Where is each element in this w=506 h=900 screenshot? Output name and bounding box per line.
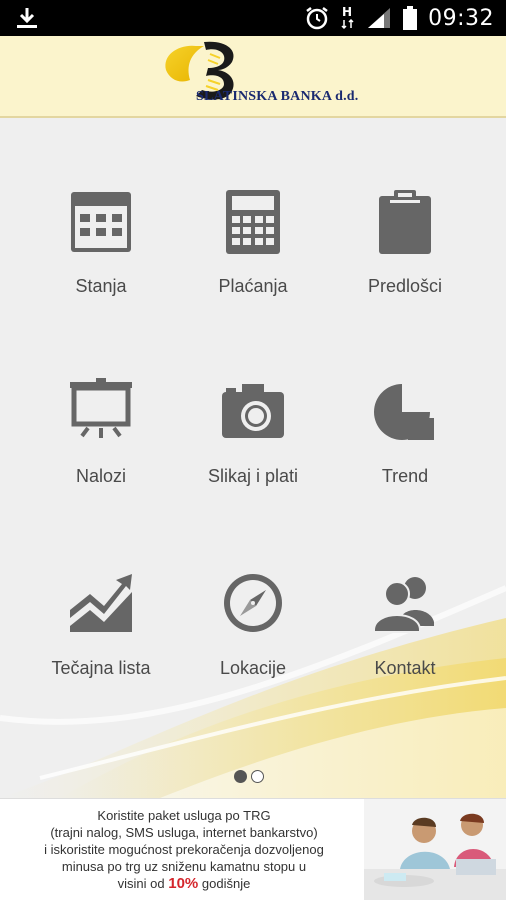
promo-text: Koristite paket usluga po TRG (trajni na…: [0, 807, 368, 892]
menu-item-placanja[interactable]: Plaćanja: [169, 188, 337, 338]
calendar-icon: [71, 192, 131, 252]
svg-text:H: H: [342, 5, 352, 19]
promo-line-1: Koristite paket usluga po TRG: [97, 808, 271, 823]
presentation-board-icon: [70, 378, 132, 438]
menu-item-label: Trend: [381, 466, 429, 486]
promo-line-4: minusa po trg uz sniženu kamatnu stopu u: [61, 859, 307, 874]
signal-icon: [368, 8, 391, 28]
menu-item-stanja[interactable]: Stanja: [17, 188, 185, 338]
promo-line-5-pre: visini od: [117, 876, 165, 891]
promo-banner[interactable]: Koristite paket usluga po TRG (trajni na…: [0, 798, 506, 900]
promo-line-5-post: godišnje: [201, 876, 251, 891]
compass-icon: [224, 574, 282, 632]
menu-item-label: Slikaj i plati: [207, 466, 299, 486]
menu-item-slikaj-i-plati[interactable]: Slikaj i plati: [169, 378, 337, 528]
status-bar: H 09:32: [0, 0, 506, 36]
page-dot-2[interactable]: [251, 770, 264, 783]
battery-icon: [403, 6, 418, 30]
menu-item-label: Nalozi: [75, 466, 127, 486]
network-h-icon: H: [341, 5, 354, 30]
menu-item-nalozi[interactable]: Nalozi: [17, 378, 185, 528]
pie-chart-icon: [374, 384, 434, 440]
clock-time: 09:32: [428, 5, 494, 31]
bank-name: SLATINSKA BANKA d.d.: [196, 89, 359, 104]
download-icon: [17, 8, 37, 28]
menu-item-label: Lokacije: [219, 658, 287, 678]
calculator-icon: [226, 190, 280, 254]
promo-line-2: (trajni nalog, SMS usluga, internet bank…: [50, 825, 318, 840]
page-indicator[interactable]: [234, 770, 264, 783]
promo-line-3: i iskoristite mogućnost prekoračenja doz…: [44, 842, 324, 857]
page-dot-1[interactable]: [234, 770, 247, 783]
promo-rate: 10%: [168, 875, 199, 892]
menu-item-label: Plaćanja: [218, 276, 288, 296]
contacts-icon: [373, 577, 434, 633]
menu-item-label: Kontakt: [374, 658, 436, 678]
menu-item-label: Stanja: [75, 276, 127, 296]
menu-item-tecajna-lista[interactable]: Tečajna lista: [17, 570, 185, 720]
trend-chart-icon: [70, 574, 132, 632]
clipboard-icon: [379, 190, 431, 254]
promo-line-5: visini od 10% godišnje: [0, 875, 368, 892]
main-menu: Stanja Plaćanja Predlošci Nalozi Slikaj …: [0, 118, 506, 798]
menu-item-label: Tečajna lista: [51, 658, 151, 678]
menu-item-kontakt[interactable]: Kontakt: [321, 570, 489, 720]
app-header: SLATINSKA BANKA d.d.: [0, 36, 506, 118]
alarm-icon: [306, 7, 328, 30]
menu-item-trend[interactable]: Trend: [321, 378, 489, 528]
promo-photo-image: [364, 799, 506, 900]
menu-item-lokacije[interactable]: Lokacije: [169, 570, 337, 720]
camera-icon: [222, 384, 284, 438]
menu-item-label: Predlošci: [367, 276, 443, 296]
menu-item-predlosci[interactable]: Predlošci: [321, 188, 489, 338]
